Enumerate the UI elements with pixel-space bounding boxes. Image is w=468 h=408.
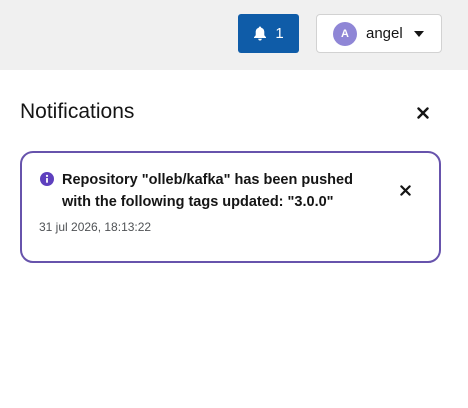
close-panel-button[interactable] [414,104,432,122]
user-name: angel [366,25,403,42]
info-icon [40,172,54,186]
notification-timestamp: 31 jul 2026, 18:13:22 [39,220,152,234]
notifications-button[interactable]: 1 [238,14,299,53]
caret-down-icon [414,31,424,37]
masthead: 1 A angel [0,0,468,70]
bell-icon [254,26,267,41]
avatar: A [333,21,357,46]
close-icon [417,107,429,119]
notification-message: Repository "olleb/kafka" has been pushed… [62,172,353,210]
user-menu-toggle[interactable]: A angel [316,14,442,53]
dismiss-notification-button[interactable] [397,182,413,198]
panel-title: Notifications [20,100,135,123]
close-icon [399,184,411,196]
notifications-count: 1 [275,25,284,42]
notification-card[interactable]: Repository "olleb/kafka" has been pushed… [20,151,441,263]
